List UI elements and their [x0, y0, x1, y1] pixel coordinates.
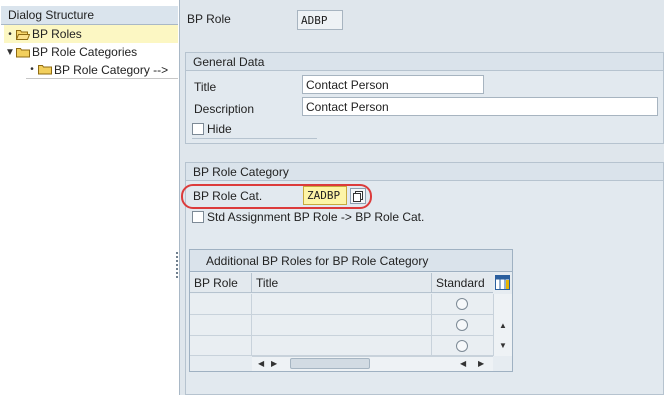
tree-item-bp-role-categories[interactable]: ▼ BP Role Categories [4, 43, 178, 61]
description-label: Description [194, 102, 255, 116]
general-data-title: General Data [186, 53, 663, 71]
dialog-structure-header: Dialog Structure [1, 6, 178, 25]
bp-role-cat-label: BP Role Cat. [193, 189, 263, 203]
scroll-up-icon[interactable]: ▲ [499, 322, 507, 330]
standard-radio[interactable] [456, 340, 468, 352]
copy-icon[interactable] [350, 188, 366, 204]
std-assignment-checkbox[interactable] [192, 211, 204, 223]
tree-item-label: BP Roles [32, 27, 82, 41]
std-assignment-label: Std Assignment BP Role -> BP Role Cat. [207, 210, 425, 224]
bp-role-label: BP Role [187, 12, 231, 26]
open-folder-icon [16, 29, 30, 40]
folder-icon [16, 47, 30, 58]
folder-icon [38, 64, 52, 75]
table-row[interactable] [190, 336, 493, 356]
bp-role-cat-input[interactable]: ZADBP [303, 186, 347, 205]
standard-radio[interactable] [456, 298, 468, 310]
vertical-scrollbar[interactable]: ▲ ▼ [493, 294, 512, 356]
horizontal-scrollbar[interactable]: ◀ ▶ ◀ ▶ [252, 356, 493, 371]
title-input[interactable]: Contact Person [302, 75, 484, 94]
scroll-down-icon[interactable]: ▼ [499, 342, 507, 350]
cell-title[interactable] [252, 315, 432, 336]
cell-bp-role[interactable] [190, 294, 252, 315]
standard-radio[interactable] [456, 319, 468, 331]
bp-role-category-title: BP Role Category [186, 163, 663, 181]
tree-item-bp-role-category[interactable]: • BP Role Category --> [26, 61, 178, 79]
tree-item-label: BP Role Category --> [54, 62, 169, 77]
tree-item-bp-roles[interactable]: • BP Roles [4, 25, 178, 43]
cell-bp-role[interactable] [190, 336, 252, 356]
cell-bp-role[interactable] [190, 315, 252, 336]
scroll-right-icon[interactable]: ▶ [478, 360, 484, 368]
expand-triangle-icon[interactable]: ▼ [4, 47, 16, 58]
tree-item-label: BP Role Categories [32, 45, 138, 59]
column-header-standard[interactable]: Standard [432, 273, 493, 293]
table-row[interactable] [190, 294, 493, 315]
pane-splitter[interactable] [176, 250, 179, 290]
hide-checkbox[interactable] [192, 123, 204, 135]
table-settings-icon[interactable] [494, 274, 511, 291]
table-row[interactable] [190, 315, 493, 336]
bullet-icon: • [30, 64, 34, 75]
title-label: Title [194, 80, 217, 94]
hide-label: Hide [207, 122, 232, 136]
scroll-right-icon[interactable]: ▶ [271, 360, 277, 368]
scroll-left-icon[interactable]: ◀ [258, 360, 264, 368]
bp-role-field: ADBP [297, 10, 343, 30]
cell-title[interactable] [252, 336, 432, 356]
scroll-left-icon[interactable]: ◀ [460, 360, 466, 368]
cell-title[interactable] [252, 294, 432, 315]
std-assignment-row[interactable]: Std Assignment BP Role -> BP Role Cat. [192, 210, 424, 224]
scroll-thumb[interactable] [290, 358, 370, 369]
column-header-title[interactable]: Title [252, 273, 432, 293]
table-title: Additional BP Roles for BP Role Category [190, 250, 512, 272]
description-input[interactable]: Contact Person [302, 97, 658, 116]
table-header: BP Role Title Standard [190, 273, 493, 293]
column-header-bp-role[interactable]: BP Role [190, 273, 252, 293]
bullet-icon: • [8, 28, 12, 40]
hide-checkbox-row[interactable]: Hide [192, 120, 317, 139]
